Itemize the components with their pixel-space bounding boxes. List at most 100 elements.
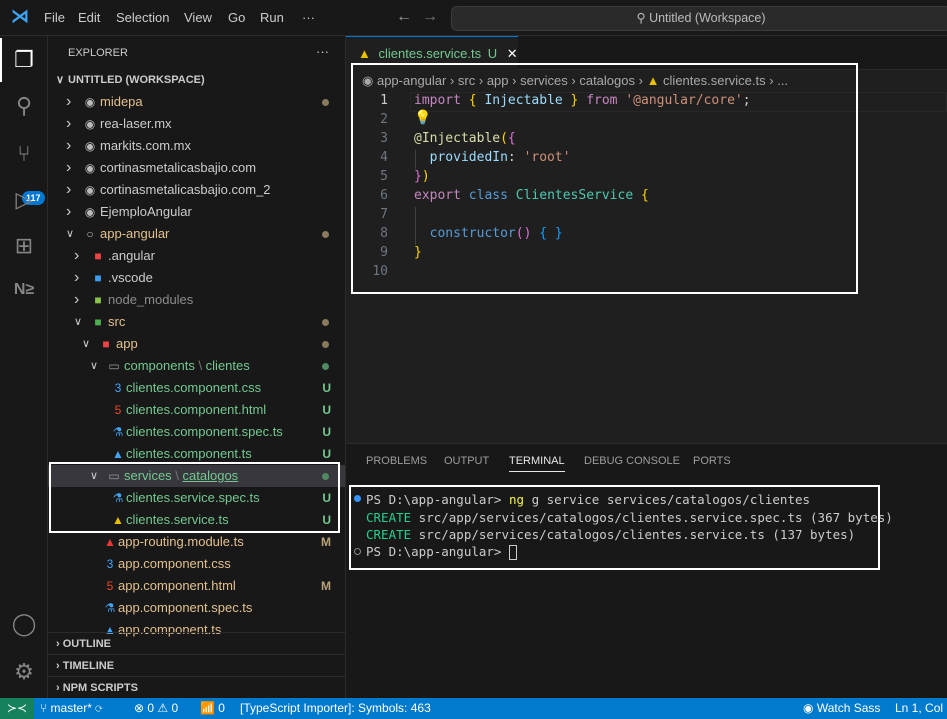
error-count: 0: [147, 701, 155, 715]
branch-status[interactable]: ⑂ master* ⟳: [40, 698, 102, 719]
tab-clientes-service-ts[interactable]: ▲ clientes.service.ts U ✕: [346, 36, 518, 71]
menu-go[interactable]: Go: [228, 10, 245, 25]
command-args: g service services/catalogos/clientes: [524, 492, 811, 507]
remote-icon[interactable]: ≻≺: [0, 698, 34, 719]
ports-status[interactable]: 📶 0: [200, 698, 225, 719]
tree-item[interactable]: › ◉ midepa: [48, 91, 345, 113]
breadcrumb-item[interactable]: catalogos: [579, 73, 635, 88]
settings-gear-icon[interactable]: ⚙: [0, 650, 48, 694]
chevron-right-icon: ›: [74, 291, 80, 308]
panel-tab-output[interactable]: OUTPUT: [444, 455, 489, 467]
nx-console-icon[interactable]: N≥: [0, 268, 48, 312]
git-status-dot: [322, 341, 329, 348]
repo-open-icon: ○: [86, 227, 94, 241]
breadcrumb-item[interactable]: app: [487, 73, 509, 88]
terminal-input-line[interactable]: PS D:\app-angular>: [366, 544, 517, 560]
tree-item[interactable]: 3 clientes.component.css U: [48, 377, 345, 399]
tree-item[interactable]: 3 app.component.css: [48, 553, 345, 575]
label-text: app.component.spec.ts: [118, 600, 253, 615]
tree-item[interactable]: › ■ .angular: [48, 245, 345, 267]
tree-item[interactable]: ∨ ■ app: [48, 333, 345, 355]
menu-edit[interactable]: Edit: [78, 10, 100, 25]
chevron-right-icon: ›: [74, 247, 80, 264]
breadcrumb-item[interactable]: src: [458, 73, 475, 88]
tree-item[interactable]: › ◉ markits.com.mx: [48, 135, 345, 157]
tree-item[interactable]: › ◉ cortinasmetalicasbajio.com_2: [48, 179, 345, 201]
folder-node-icon: ■: [94, 293, 102, 307]
tree-item[interactable]: ▲ clientes.component.ts U: [48, 443, 345, 465]
tree-item[interactable]: 5 app.component.html M: [48, 575, 345, 597]
back-arrow-icon[interactable]: ←: [396, 8, 412, 26]
tree-item[interactable]: ∨ ■ src: [48, 311, 345, 333]
panel-tab-ports[interactable]: PORTS: [693, 455, 731, 467]
chevron-right-icon: ›: [446, 73, 458, 88]
tree-item[interactable]: 5 clientes.component.html U: [48, 399, 345, 421]
tree-item-label: node_modules: [108, 289, 193, 311]
source-control-icon[interactable]: ⑂: [0, 132, 48, 176]
breadcrumb-item[interactable]: services: [520, 73, 568, 88]
code-token: {: [507, 131, 516, 146]
vscode-logo-icon: ⋊: [11, 6, 29, 26]
section-npm-scripts[interactable]: › NPM SCRIPTS: [48, 676, 345, 698]
breadcrumb-item[interactable]: app-angular: [377, 73, 446, 88]
tree-item[interactable]: ⚗ clientes.service.spec.ts U: [48, 487, 345, 509]
panel-tab-debug-console[interactable]: DEBUG CONSOLE: [584, 455, 680, 467]
tree-item[interactable]: ∨ ▭ services \ catalogos: [48, 465, 345, 487]
typescript-importer-status[interactable]: [TypeScript Importer]: Symbols: 463: [240, 698, 431, 719]
angular-routing-icon: ▲: [104, 535, 116, 549]
tree-item[interactable]: ∨ ○ app-angular: [48, 223, 345, 245]
panel-tab-problems[interactable]: PROBLEMS: [366, 455, 427, 467]
tree-item-label: clientes.component.spec.ts: [126, 421, 283, 443]
label-text: services: [124, 468, 172, 483]
command-center-search[interactable]: ⚲ Untitled (Workspace): [451, 6, 947, 31]
chevron-right-icon: ›: [74, 269, 80, 286]
tree-item[interactable]: ▲ app-routing.module.ts M: [48, 531, 345, 553]
code-token: {: [641, 188, 649, 203]
tree-item[interactable]: ⚗ app.component.spec.ts: [48, 597, 345, 619]
close-icon[interactable]: ✕: [507, 46, 518, 61]
folder-app-icon: ■: [102, 337, 110, 351]
tree-item[interactable]: ▲ clientes.service.ts U: [48, 509, 345, 531]
extensions-icon[interactable]: ⊞: [0, 224, 48, 268]
branch-label: master*: [50, 701, 92, 715]
breadcrumb-item[interactable]: ...: [777, 73, 788, 88]
menu-view[interactable]: View: [184, 10, 212, 25]
section-timeline[interactable]: › TIMELINE: [48, 654, 345, 676]
label-text: app.component.css: [118, 556, 231, 571]
repo-icon: ◉: [84, 183, 96, 197]
watch-sass-button[interactable]: ◉ Watch Sass: [803, 698, 880, 719]
output-text: src/app/services/catalogos/clientes.serv…: [411, 510, 893, 525]
menu-more[interactable]: ···: [302, 10, 315, 25]
chevron-right-icon: ›: [66, 115, 72, 132]
output-text: src/app/services/catalogos/clientes.serv…: [411, 527, 856, 542]
html-icon: 5: [114, 403, 122, 417]
label-compact-part: catalogos: [182, 468, 239, 483]
forward-arrow-icon[interactable]: →: [422, 8, 438, 26]
explorer-icon[interactable]: ❐: [0, 38, 48, 82]
run-debug-icon[interactable]: ▷: [0, 178, 48, 222]
menu-selection[interactable]: Selection: [116, 10, 169, 25]
tree-item[interactable]: › ◉ rea-laser.mx: [48, 113, 345, 135]
label-text: markits.com.mx: [100, 138, 191, 153]
account-icon[interactable]: ◯: [0, 602, 48, 646]
menu-file[interactable]: File: [44, 10, 65, 25]
tree-item[interactable]: ⚗ clientes.component.spec.ts U: [48, 421, 345, 443]
tree-item[interactable]: › ◉ EjemploAngular: [48, 201, 345, 223]
section-outline[interactable]: › OUTLINE: [48, 632, 345, 654]
tree-item-label: rea-laser.mx: [100, 113, 172, 135]
tree-item[interactable]: ∨ ▭ components \ clientes: [48, 355, 345, 377]
problems-status[interactable]: ⊗ 0 ⚠ 0: [134, 698, 178, 719]
tree-item[interactable]: › ■ .vscode: [48, 267, 345, 289]
menu-run[interactable]: Run: [260, 10, 284, 25]
workspace-header[interactable]: ∨ UNTITLED (WORKSPACE): [48, 69, 345, 91]
search-view-icon[interactable]: ⚲: [0, 84, 48, 128]
tree-item[interactable]: › ■ node_modules: [48, 289, 345, 311]
explorer-more-button[interactable]: ···: [316, 44, 329, 59]
cursor-position[interactable]: Ln 1, Col 1: [895, 698, 947, 719]
tree-item-label: app: [116, 333, 138, 355]
code-token: @Injectable: [414, 131, 501, 146]
lightbulb-icon[interactable]: 💡: [414, 109, 431, 126]
tree-item[interactable]: › ◉ cortinasmetalicasbajio.com: [48, 157, 345, 179]
panel-tab-terminal[interactable]: TERMINAL: [509, 455, 565, 472]
breadcrumb-item[interactable]: clientes.service.ts: [663, 73, 766, 88]
